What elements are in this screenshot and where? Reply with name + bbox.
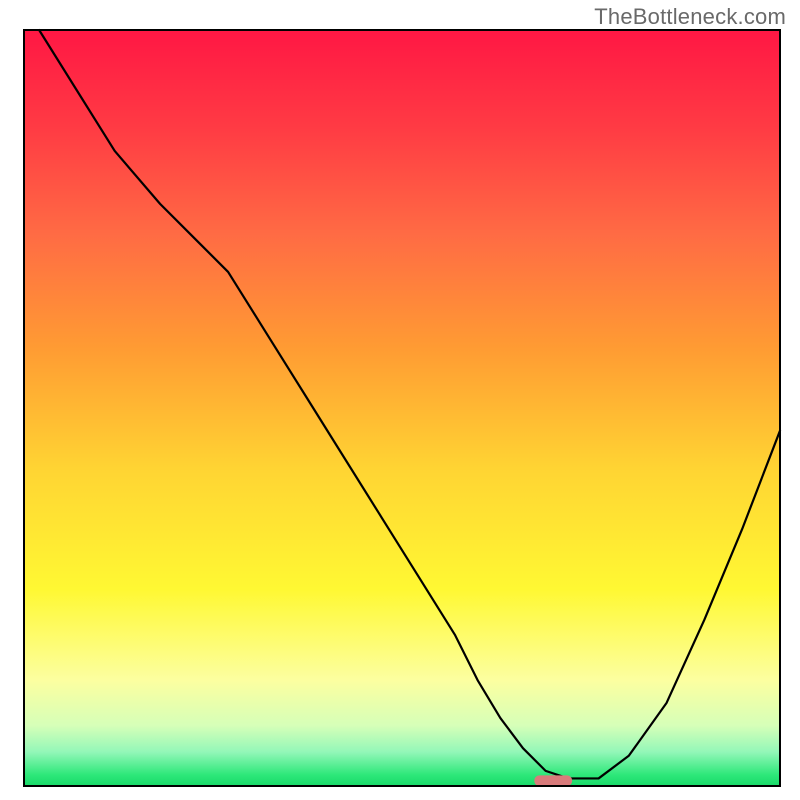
- optimal-marker: [534, 775, 572, 786]
- chart-container: TheBottleneck.com: [0, 0, 800, 800]
- plot-background: [24, 30, 780, 786]
- bottleneck-chart: [0, 0, 800, 800]
